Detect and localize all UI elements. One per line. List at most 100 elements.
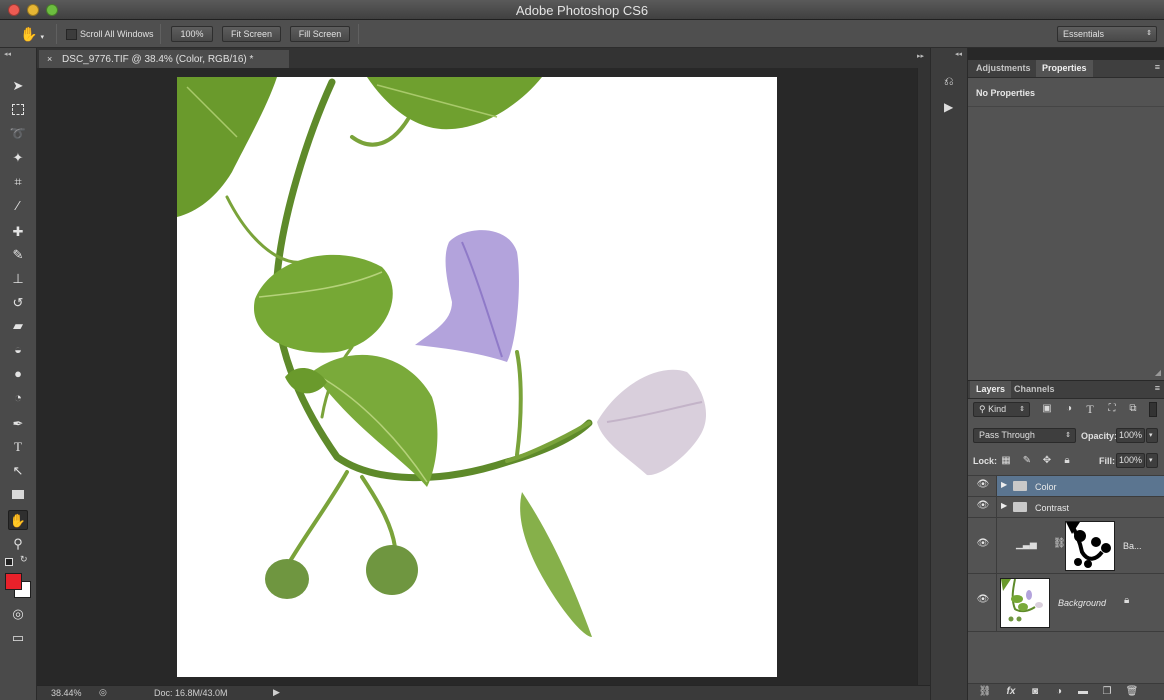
clone-stamp-tool-icon[interactable]: ⊥ bbox=[8, 269, 28, 289]
quick-mask-icon[interactable]: ◎ bbox=[8, 604, 28, 624]
fit-screen-button[interactable]: Fit Screen bbox=[222, 26, 281, 42]
eye-icon[interactable]: 👁︎ bbox=[976, 479, 990, 493]
eyedropper-tool-icon[interactable]: ⁄ bbox=[8, 196, 28, 216]
zoom-tool-icon[interactable]: ⚲ bbox=[8, 534, 28, 554]
history-brush-tool-icon[interactable]: ↺ bbox=[8, 293, 28, 313]
scroll-all-windows-checkbox[interactable] bbox=[66, 29, 77, 40]
add-mask-icon[interactable]: ◙ bbox=[1028, 685, 1042, 699]
layer-mask-thumbnail[interactable] bbox=[1065, 521, 1115, 571]
move-tool-icon[interactable]: ➤ bbox=[8, 76, 28, 96]
expand-group-arrow-icon[interactable]: ▶ bbox=[1001, 501, 1007, 510]
dodge-tool-icon[interactable]: ◔ bbox=[8, 388, 28, 408]
layer-row-adjustment[interactable]: 👁︎ ▁▃▅ ⛓︎ Ba... bbox=[968, 518, 1164, 574]
lock-image-pixels-icon[interactable]: ✎ bbox=[1020, 454, 1034, 468]
new-group-icon[interactable]: ▬ bbox=[1076, 685, 1090, 699]
fill-field[interactable]: 100% bbox=[1116, 453, 1145, 468]
layer-name[interactable]: Contrast bbox=[1035, 503, 1069, 513]
close-tab-icon[interactable]: × bbox=[47, 54, 52, 64]
zoom-level[interactable]: 38.44% bbox=[51, 688, 82, 698]
default-colors-icon[interactable] bbox=[5, 558, 13, 566]
folder-icon bbox=[1013, 481, 1027, 491]
tab-channels[interactable]: Channels bbox=[1008, 381, 1061, 398]
opacity-field[interactable]: 100% bbox=[1116, 428, 1145, 443]
healing-brush-tool-icon[interactable]: ✚ bbox=[8, 222, 28, 242]
layer-name[interactable]: Color bbox=[1035, 482, 1057, 492]
updown-arrow-icon: ⇕ bbox=[1065, 432, 1071, 439]
layer-filter-kind-dropdown[interactable]: ⚲ Kind ⇕ bbox=[973, 402, 1030, 417]
panel-collapse-icon[interactable]: ◂◂ bbox=[955, 50, 962, 58]
swap-colors-icon[interactable]: ↻ bbox=[20, 554, 28, 565]
resize-grip-icon[interactable]: ◢ bbox=[1155, 368, 1161, 377]
layer-thumbnail[interactable] bbox=[1000, 578, 1050, 628]
layer-style-fx-icon[interactable]: fx bbox=[1004, 685, 1018, 699]
vertical-scrollbar[interactable] bbox=[917, 68, 930, 685]
brush-tool-icon[interactable]: ✎ bbox=[8, 245, 28, 265]
properties-divider bbox=[968, 106, 1164, 107]
layer-name[interactable]: Background bbox=[1058, 598, 1106, 608]
type-tool-icon[interactable]: T bbox=[8, 437, 28, 457]
canvas-area[interactable] bbox=[37, 68, 917, 685]
history-panel-icon[interactable]: ⎌ bbox=[944, 74, 954, 89]
status-bar: 38.44% ◎ Doc: 16.8M/43.0M ▶ bbox=[37, 685, 930, 700]
fill-dropdown-arrow-icon[interactable]: ▾ bbox=[1146, 453, 1158, 468]
filter-pixel-icon[interactable]: ▣ bbox=[1040, 402, 1054, 416]
lock-all-icon[interactable]: 🔒︎ bbox=[1060, 454, 1074, 468]
filter-smart-object-icon[interactable]: ⧉ bbox=[1126, 402, 1140, 416]
paint-bucket-tool-icon[interactable]: ◒ bbox=[8, 340, 28, 360]
zoom-100-button[interactable]: 100% bbox=[171, 26, 213, 42]
document-canvas[interactable] bbox=[177, 77, 777, 677]
foreground-color-swatch[interactable] bbox=[5, 573, 22, 590]
eye-icon[interactable]: 👁︎ bbox=[976, 538, 990, 552]
workspace-switcher[interactable]: Essentials ⇕ bbox=[1057, 26, 1157, 42]
path-selection-tool-icon[interactable]: ↖ bbox=[8, 461, 28, 481]
filter-type-icon[interactable]: T bbox=[1083, 402, 1097, 416]
lasso-tool-icon[interactable]: ➰ bbox=[8, 124, 28, 144]
layer-name[interactable]: Ba... bbox=[1123, 541, 1142, 551]
actions-panel-icon[interactable]: ▶ bbox=[944, 100, 953, 114]
fill-screen-button[interactable]: Fill Screen bbox=[290, 26, 350, 42]
layers-panel-tabs: Layers Channels ≡ bbox=[968, 381, 1164, 399]
updown-arrow-icon: ⇕ bbox=[1019, 406, 1025, 413]
filter-adjustment-icon[interactable]: ◑ bbox=[1062, 402, 1076, 416]
document-tab[interactable]: × DSC_9776.TIF @ 38.4% (Color, RGB/16) * bbox=[39, 50, 289, 68]
eye-icon[interactable]: 👁︎ bbox=[976, 500, 990, 514]
lock-position-icon[interactable]: ✥ bbox=[1040, 454, 1054, 468]
magic-wand-tool-icon[interactable]: ✦ bbox=[8, 148, 28, 168]
tab-layers[interactable]: Layers bbox=[970, 381, 1012, 398]
expand-group-arrow-icon[interactable]: ▶ bbox=[1001, 480, 1007, 489]
eraser-tool-icon[interactable]: ▰ bbox=[8, 316, 28, 336]
new-layer-icon[interactable]: ❐ bbox=[1100, 685, 1114, 699]
layer-row-contrast[interactable]: 👁︎ ▶ Contrast bbox=[968, 497, 1164, 518]
crop-tool-icon[interactable]: ⌗ bbox=[8, 172, 28, 192]
layer-row-background[interactable]: 👁︎ Background 🔒︎ bbox=[968, 574, 1164, 632]
tab-properties[interactable]: Properties bbox=[1036, 60, 1093, 77]
screen-mode-icon[interactable]: ▭ bbox=[8, 628, 28, 648]
layer-lock-icon: 🔒︎ bbox=[1124, 595, 1130, 606]
panel-menu-icon[interactable]: ≡ bbox=[1155, 62, 1160, 72]
link-layers-icon[interactable]: ⛓︎ bbox=[978, 685, 992, 699]
background-thumbnail-image bbox=[1001, 579, 1049, 627]
eye-icon[interactable]: 👁︎ bbox=[976, 594, 990, 608]
panel-collapse-icon[interactable]: ▸▸ bbox=[917, 52, 924, 60]
delete-layer-icon[interactable]: 🗑︎ bbox=[1125, 685, 1139, 699]
hand-tool-icon[interactable]: ✋ bbox=[8, 510, 28, 530]
filter-shape-icon[interactable]: ⛶ bbox=[1105, 402, 1119, 416]
panel-collapse-icon[interactable]: ◂◂ bbox=[4, 50, 11, 58]
lock-transparent-pixels-icon[interactable]: ▦ bbox=[999, 454, 1013, 468]
marquee-tool-icon[interactable] bbox=[8, 100, 28, 120]
opacity-dropdown-arrow-icon[interactable]: ▾ bbox=[1146, 428, 1158, 443]
tab-adjustments[interactable]: Adjustments bbox=[970, 60, 1037, 77]
panel-menu-icon[interactable]: ≡ bbox=[1155, 383, 1160, 393]
status-menu-arrow-icon[interactable]: ▶ bbox=[273, 687, 280, 698]
pen-tool-icon[interactable]: ✒ bbox=[8, 414, 28, 434]
status-info-icon[interactable]: ◎ bbox=[99, 687, 107, 698]
layer-row-color[interactable]: 👁︎ ▶ Color bbox=[968, 476, 1164, 497]
blend-mode-dropdown[interactable]: Pass Through ⇕ bbox=[973, 428, 1076, 443]
layer-filter-kind-label: Kind bbox=[988, 404, 1007, 414]
new-adjustment-layer-icon[interactable]: ◑ bbox=[1052, 685, 1066, 699]
rectangle-tool-icon[interactable] bbox=[8, 485, 28, 505]
mask-link-icon[interactable]: ⛓︎ bbox=[1053, 538, 1066, 549]
filter-toggle-switch[interactable] bbox=[1149, 402, 1157, 417]
hand-tool-preset-icon[interactable]: ✋ ▾ bbox=[20, 25, 46, 43]
blur-tool-icon[interactable]: ● bbox=[8, 364, 28, 384]
